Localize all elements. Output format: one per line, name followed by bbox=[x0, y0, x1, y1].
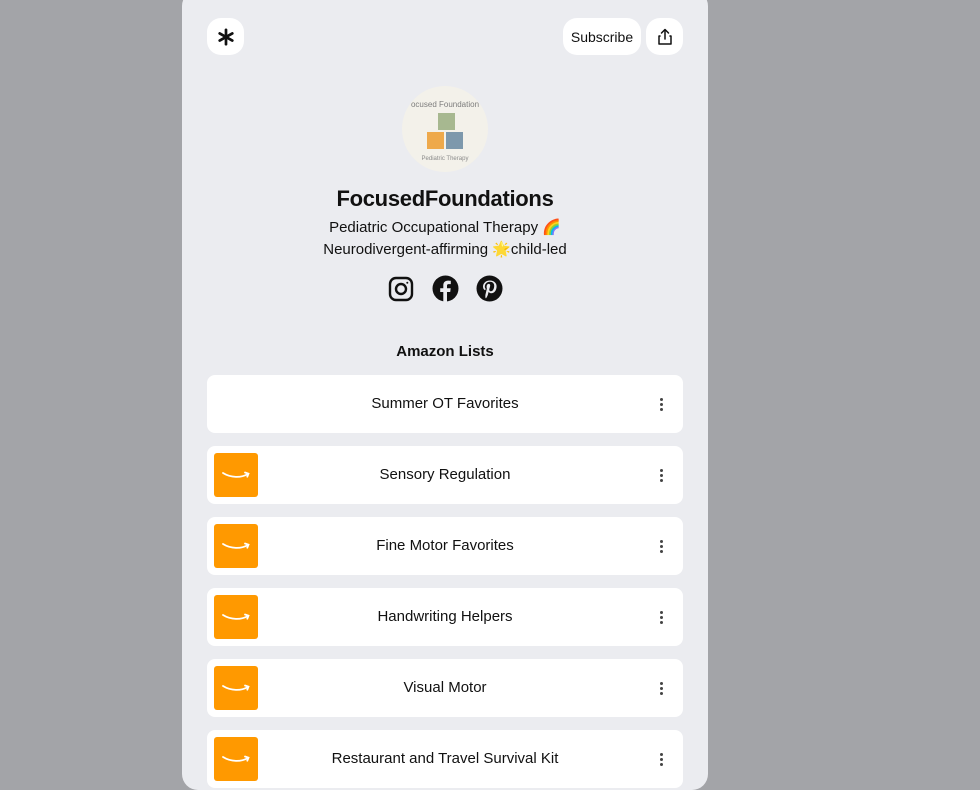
link-item-handwriting-helpers[interactable]: Handwriting Helpers bbox=[207, 588, 683, 646]
profile-card: Subscribe ocused Foundation Pediatric Th… bbox=[182, 0, 708, 790]
bio-line-1: Pediatric Occupational Therapy 🌈 bbox=[329, 219, 561, 236]
instagram-icon bbox=[388, 276, 414, 301]
link-label: Visual Motor bbox=[403, 679, 487, 696]
more-options-icon[interactable] bbox=[653, 465, 669, 485]
pinterest-icon bbox=[476, 275, 502, 302]
link-item-fine-motor-favorites[interactable]: Fine Motor Favorites bbox=[207, 517, 683, 575]
amazon-logo-icon bbox=[214, 666, 258, 710]
facebook-link[interactable] bbox=[432, 275, 459, 302]
more-options-icon[interactable] bbox=[653, 749, 669, 769]
link-label: Restaurant and Travel Survival Kit bbox=[331, 750, 559, 767]
instagram-link[interactable] bbox=[388, 275, 415, 302]
avatar-block-orange bbox=[427, 132, 444, 149]
link-item-restaurant-travel-survival-kit[interactable]: Restaurant and Travel Survival Kit bbox=[207, 730, 683, 788]
section-title: Amazon Lists bbox=[396, 343, 494, 360]
link-item-visual-motor[interactable]: Visual Motor bbox=[207, 659, 683, 717]
more-options-icon[interactable] bbox=[653, 536, 669, 556]
avatar: ocused Foundation Pediatric Therapy bbox=[402, 86, 488, 172]
link-label: Sensory Regulation bbox=[379, 466, 511, 483]
profile-name: FocusedFoundations bbox=[336, 186, 554, 211]
amazon-logo-icon bbox=[214, 595, 258, 639]
link-label: Summer OT Favorites bbox=[371, 395, 519, 412]
asterisk-logo-icon bbox=[217, 27, 234, 46]
pinterest-link[interactable] bbox=[476, 275, 503, 302]
avatar-text-top: ocused Foundation bbox=[410, 100, 480, 109]
share-button[interactable] bbox=[646, 18, 683, 55]
facebook-icon bbox=[432, 275, 458, 302]
link-item-sensory-regulation[interactable]: Sensory Regulation bbox=[207, 446, 683, 504]
subscribe-button[interactable]: Subscribe bbox=[563, 18, 641, 55]
more-options-icon[interactable] bbox=[653, 394, 669, 414]
share-icon bbox=[657, 28, 672, 45]
avatar-text-bottom: Pediatric Therapy bbox=[421, 156, 469, 162]
social-links bbox=[182, 275, 708, 302]
link-list: Summer OT Favorites Sensory Regulation F… bbox=[207, 375, 683, 790]
amazon-logo-icon bbox=[214, 524, 258, 568]
link-label: Fine Motor Favorites bbox=[376, 537, 514, 554]
avatar-block-green bbox=[438, 113, 455, 130]
more-options-icon[interactable] bbox=[653, 607, 669, 627]
more-options-icon[interactable] bbox=[653, 678, 669, 698]
amazon-logo-icon bbox=[214, 737, 258, 781]
avatar-block-blue bbox=[446, 132, 463, 149]
bio-line-2: Neurodivergent-affirming 🌟child-led bbox=[323, 241, 567, 258]
link-label: Handwriting Helpers bbox=[377, 608, 513, 625]
amazon-logo-icon bbox=[214, 453, 258, 497]
linktree-logo-button[interactable] bbox=[207, 18, 244, 55]
link-item-summer-ot-favorites[interactable]: Summer OT Favorites bbox=[207, 375, 683, 433]
